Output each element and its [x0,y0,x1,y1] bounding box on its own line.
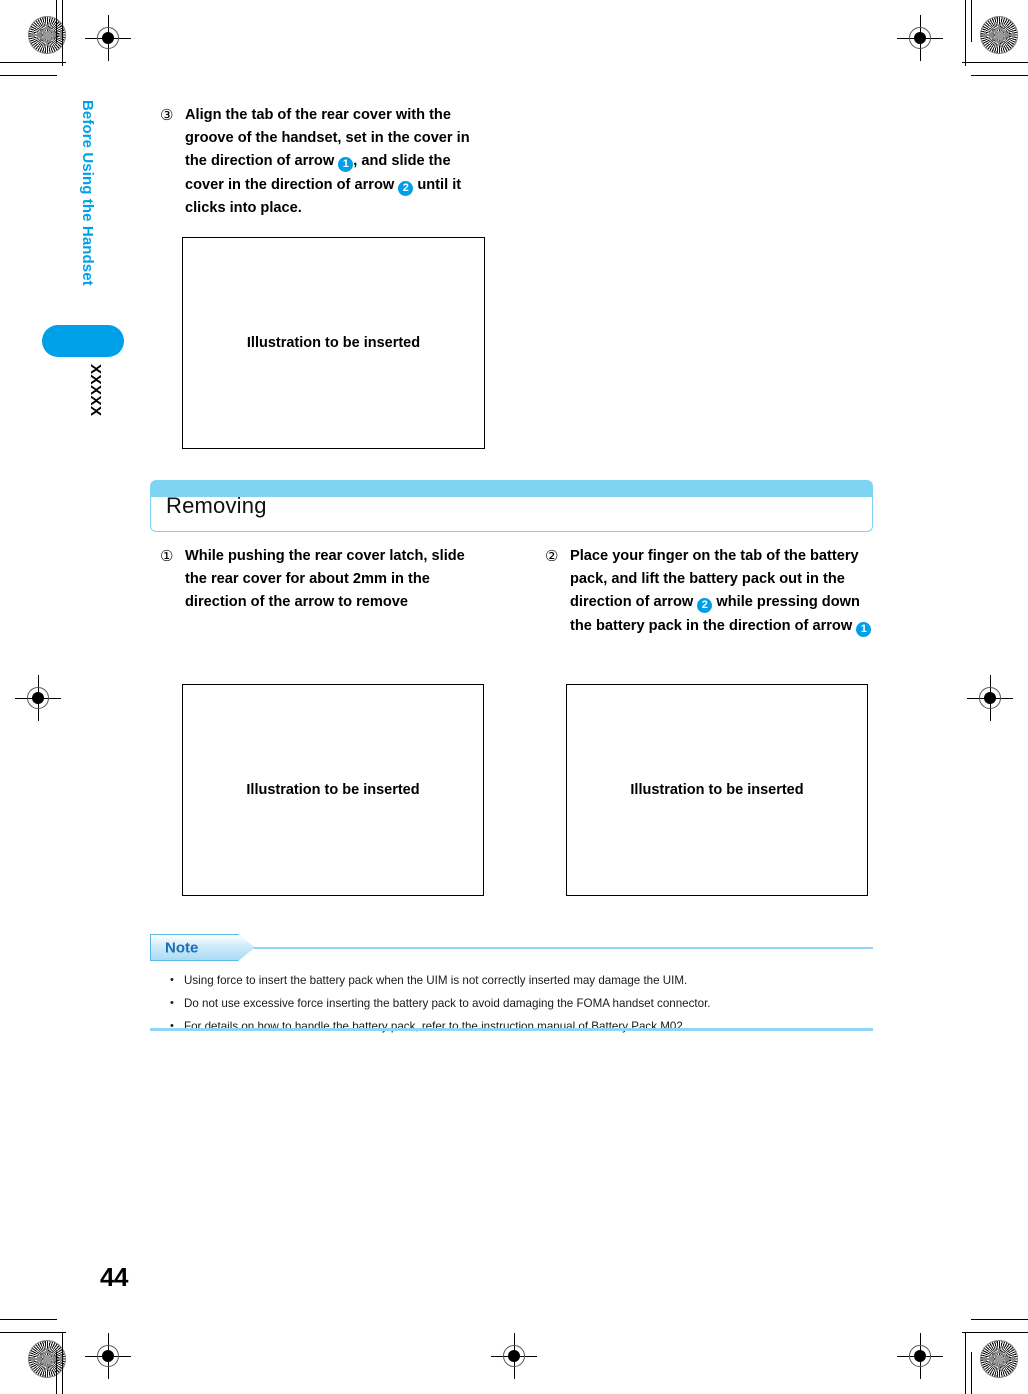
crop-mark-top-left-vertical [62,0,63,66]
crop-mark-bottom-left-vertical-2 [56,1352,57,1394]
illustration-placeholder-1: Illustration to be inserted [182,237,485,449]
step-text-3: Align the tab of the rear cover with the… [185,107,470,216]
crop-mark-bottom-right-horizontal-2 [971,1319,1028,1320]
crop-mark-bottom-left-vertical [62,1332,63,1394]
step-marker-3: ③ [160,107,174,124]
crop-mark-bottom-left-horizontal [0,1332,66,1333]
registration-mark-bottom-left [85,1333,131,1379]
illustration-placeholder-3: Illustration to be inserted [566,684,868,896]
note-top-rule [250,947,873,949]
illustration-caption-3: Illustration to be inserted [630,782,804,798]
registration-mark-bottom-right [897,1333,943,1379]
chapter-thumb-tab [42,325,124,357]
note-item: Using force to insert the battery pack w… [168,969,868,992]
crop-mark-top-right-vertical [965,0,966,66]
arrow-number-badge-2: 2 [697,598,713,614]
illustration-placeholder-2: Illustration to be inserted [182,684,484,896]
rosette-mark-bottom-left [28,1340,66,1378]
crop-mark-top-left-horizontal-2 [0,75,57,76]
step-item-2: ② Place your finger on the tab of the ba… [545,545,875,638]
note-badge: Note [150,934,255,961]
note-item: Do not use excessive force inserting the… [168,992,868,1015]
chapter-tab-label: XXXXX [87,364,104,417]
crop-mark-bottom-right-horizontal [962,1332,1028,1333]
page-number: 44 [100,1262,128,1292]
arrow-number-badge-1: 1 [338,157,354,173]
illustration-caption-2: Illustration to be inserted [246,782,420,798]
step-text-1: While pushing the rear cover latch, slid… [185,548,465,611]
registration-mark-left-middle [15,675,61,721]
section-header-removing: Removing [150,480,873,532]
registration-mark-top-left [85,15,131,61]
rosette-mark-top-right [980,16,1018,54]
step-item-1: ① While pushing the rear cover latch, sl… [160,545,480,615]
step-item-3: ③ Align the tab of the rear cover with t… [160,104,480,220]
rosette-mark-bottom-right [980,1340,1018,1378]
crop-mark-top-left-horizontal [0,62,66,63]
registration-mark-right-middle [967,675,1013,721]
illustration-caption-1: Illustration to be inserted [246,335,421,351]
note-bottom-rule [150,1028,873,1031]
page-content: ③ Align the tab of the rear cover with t… [150,0,890,1394]
crop-mark-top-right-vertical-2 [971,0,972,42]
registration-mark-top-right [897,15,943,61]
crop-mark-bottom-left-horizontal-2 [0,1319,57,1320]
note-item: For details on how to handle the battery… [168,1015,868,1038]
crop-mark-top-right-horizontal-2 [971,75,1028,76]
step-marker-2: ② [545,548,559,565]
step-marker-1: ① [160,548,174,565]
arrow-number-badge-2: 2 [398,180,414,196]
chapter-title-vertical: Before Using the Handset [79,100,96,286]
section-heading-text: Removing [166,493,267,518]
crop-mark-bottom-right-vertical [965,1332,966,1394]
arrow-number-badge-1: 1 [856,621,872,637]
note-badge-label: Note [165,939,199,956]
crop-mark-top-right-horizontal [962,62,1028,63]
step-text-2: Place your finger on the tab of the batt… [545,545,875,638]
crop-mark-bottom-right-vertical-2 [971,1352,972,1394]
crop-mark-top-left-vertical-2 [56,0,57,42]
rosette-mark-top-left [28,16,66,54]
